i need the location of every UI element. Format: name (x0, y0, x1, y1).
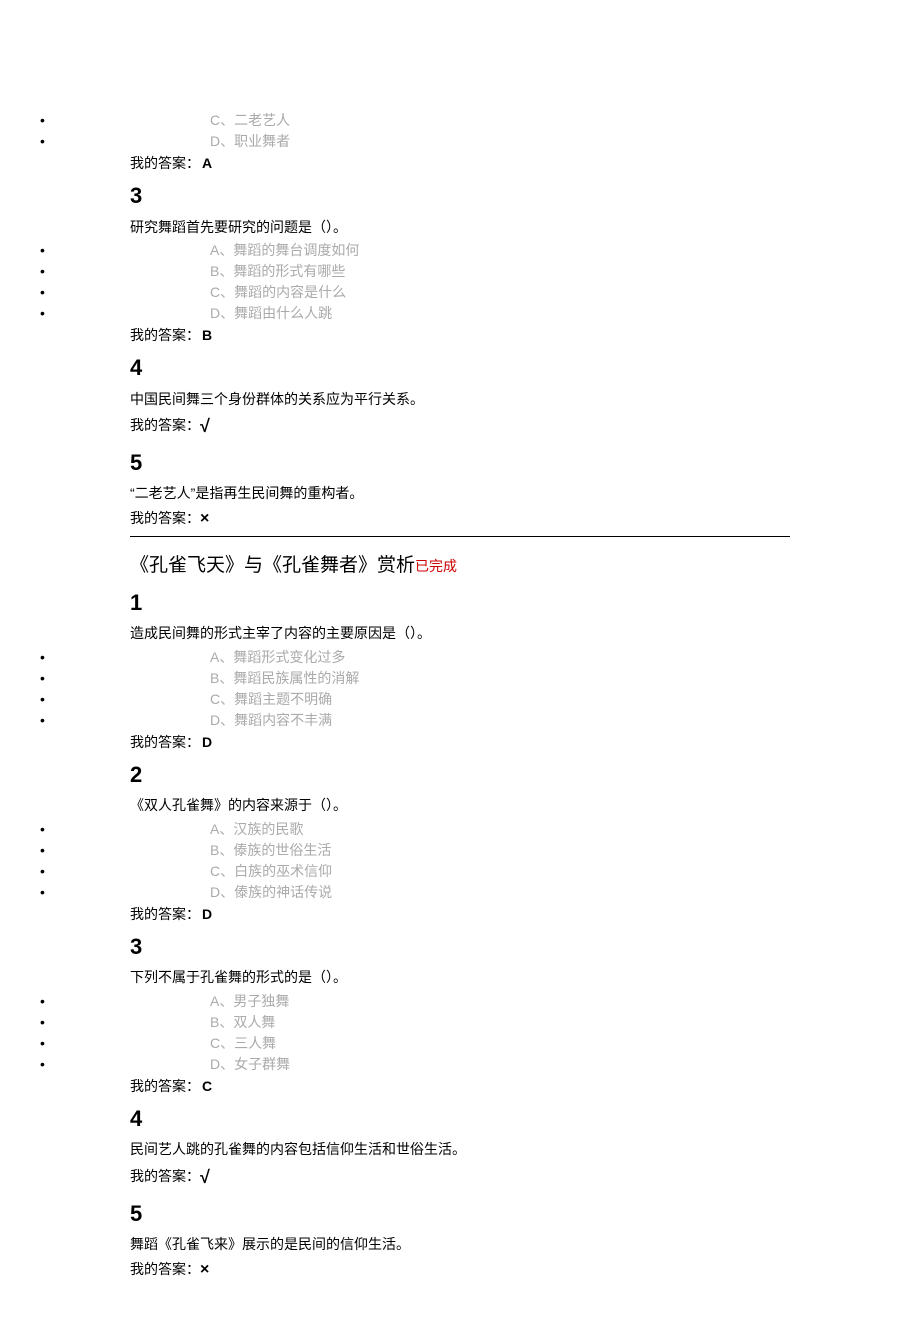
option-item: C、舞蹈的内容是什么 (130, 282, 790, 303)
question-number: 5 (130, 1196, 790, 1231)
answer-label: 我的答案： (130, 906, 200, 922)
option-item: B、傣族的世俗生活 (130, 840, 790, 861)
question-text: 造成民间舞的形式主宰了内容的主要原因是（）。 (130, 622, 790, 644)
section-title-text: 《孔雀飞天》与《孔雀舞者》赏析 (130, 555, 415, 576)
answer-label: 我的答案： (130, 1261, 200, 1277)
option-item: A、舞蹈的舞台调度如何 (130, 240, 790, 261)
answer-line: 我的答案：A (130, 152, 790, 174)
option-item: C、舞蹈主题不明确 (130, 689, 790, 710)
option-item: D、职业舞者 (130, 131, 790, 152)
option-item: D、舞蹈内容不丰满 (130, 710, 790, 731)
question-number: 3 (130, 178, 790, 213)
question-text: 舞蹈《孔雀飞来》展示的是民间的信仰生活。 (130, 1233, 790, 1255)
option-item: A、男子独舞 (130, 991, 790, 1012)
option-item: B、舞蹈的形式有哪些 (130, 261, 790, 282)
answer-value: C (202, 1078, 212, 1094)
answer-line: 我的答案：× (130, 1257, 790, 1283)
question-text: 民间艺人跳的孔雀舞的内容包括信仰生活和世俗生活。 (130, 1138, 790, 1160)
answer-value: × (200, 510, 209, 527)
answer-value: √ (200, 1167, 210, 1187)
question-text: 《双人孔雀舞》的内容来源于（）。 (130, 794, 790, 816)
option-list: A、舞蹈形式变化过多 B、舞蹈民族属性的消解 C、舞蹈主题不明确 D、舞蹈内容不… (130, 647, 790, 731)
option-list: A、舞蹈的舞台调度如何 B、舞蹈的形式有哪些 C、舞蹈的内容是什么 D、舞蹈由什… (130, 240, 790, 324)
option-item: A、舞蹈形式变化过多 (130, 647, 790, 668)
option-list: A、汉族的民歌 B、傣族的世俗生活 C、白族的巫术信仰 D、傣族的神话传说 (130, 819, 790, 903)
option-item: D、舞蹈由什么人跳 (130, 303, 790, 324)
question-number: 1 (130, 585, 790, 620)
option-item: D、女子群舞 (130, 1054, 790, 1075)
question-number: 3 (130, 929, 790, 964)
answer-value: √ (200, 416, 210, 436)
answer-line: 我的答案：× (130, 506, 790, 532)
answer-label: 我的答案： (130, 510, 200, 526)
answer-value: D (202, 906, 212, 922)
answer-line: 我的答案：√ (130, 1163, 790, 1192)
answer-value: × (200, 1261, 209, 1278)
option-item: C、白族的巫术信仰 (130, 861, 790, 882)
answer-line: 我的答案：B (130, 324, 790, 346)
option-list: C、二老艺人 D、职业舞者 (130, 110, 790, 152)
question-text: “二老艺人”是指再生民间舞的重构者。 (130, 482, 790, 504)
answer-label: 我的答案： (130, 417, 200, 433)
answer-line: 我的答案：D (130, 903, 790, 925)
option-item: B、舞蹈民族属性的消解 (130, 668, 790, 689)
question-number: 5 (130, 445, 790, 480)
option-list: A、男子独舞 B、双人舞 C、三人舞 D、女子群舞 (130, 991, 790, 1075)
answer-label: 我的答案： (130, 327, 200, 343)
section-status: 已完成 (415, 558, 457, 574)
answer-line: 我的答案：C (130, 1075, 790, 1097)
option-item: D、傣族的神话传说 (130, 882, 790, 903)
answer-value: A (202, 155, 212, 171)
answer-line: 我的答案：√ (130, 412, 790, 441)
question-number: 2 (130, 757, 790, 792)
option-item: C、二老艺人 (130, 110, 790, 131)
answer-value: B (202, 327, 212, 343)
answer-value: D (202, 734, 212, 750)
question-text: 下列不属于孔雀舞的形式的是（）。 (130, 966, 790, 988)
question-text: 中国民间舞三个身份群体的关系应为平行关系。 (130, 388, 790, 410)
question-text: 研究舞蹈首先要研究的问题是（）。 (130, 216, 790, 238)
option-item: A、汉族的民歌 (130, 819, 790, 840)
answer-label: 我的答案： (130, 1168, 200, 1184)
section-divider (130, 536, 790, 537)
answer-label: 我的答案： (130, 155, 200, 171)
answer-line: 我的答案：D (130, 731, 790, 753)
answer-label: 我的答案： (130, 1078, 200, 1094)
question-number: 4 (130, 1101, 790, 1136)
answer-label: 我的答案： (130, 734, 200, 750)
question-number: 4 (130, 350, 790, 385)
option-item: C、三人舞 (130, 1033, 790, 1054)
section-title: 《孔雀飞天》与《孔雀舞者》赏析已完成 (130, 551, 790, 581)
option-item: B、双人舞 (130, 1012, 790, 1033)
